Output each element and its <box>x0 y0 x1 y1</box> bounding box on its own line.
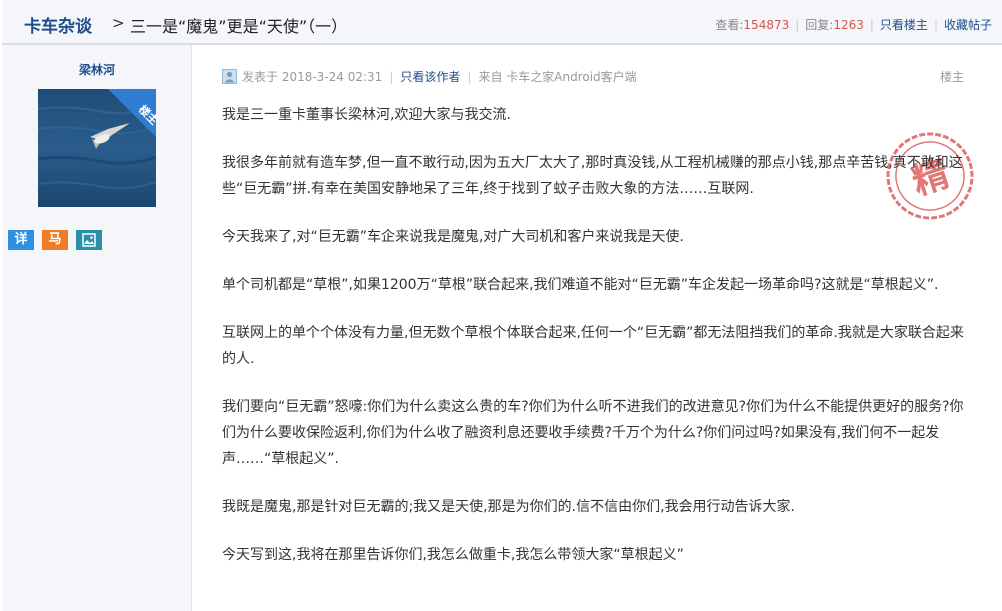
image-icon <box>82 233 96 247</box>
user-icon <box>222 69 237 84</box>
divider: | <box>389 69 394 84</box>
post-paragraph: 我很多年前就有造车梦,但一直不敢行动,因为五大厂太大了,那时真没钱,从工程机械赚… <box>222 155 963 197</box>
post-paragraph: 我既是魔鬼,那是针对巨无霸的;我又是天使,那是为你们的.信不信由你们,我会用行动… <box>222 499 795 515</box>
horse-button[interactable]: 马 <box>42 230 68 250</box>
favorite-link[interactable]: 收藏帖子 <box>944 16 992 33</box>
thread-stats: 查看: 154873 | 回复: 1263 | 只看楼主 | 收藏帖子 <box>715 16 992 33</box>
profile-button[interactable]: 详 <box>8 230 34 250</box>
post-paragraph: 今天写到这,我将在那里告诉你们,我怎么做重卡,我怎么带领大家“草根起义” <box>222 547 684 563</box>
only-op-link[interactable]: 只看楼主 <box>880 16 928 33</box>
thread-header: 卡车杂谈 > 三一是“魔鬼”更是“天使”（一） 查看: 154873 | 回复:… <box>2 0 1002 45</box>
floor-label: 楼主 <box>939 70 964 84</box>
only-author-link[interactable]: 只看该作者 <box>400 68 460 85</box>
board-link[interactable]: 卡车杂谈 <box>24 12 92 37</box>
breadcrumb-separator: > <box>112 14 125 32</box>
divider: | <box>795 17 800 32</box>
post-paragraph: 我们要向“巨无霸”怒嚎:你们为什么卖这么贵的车?你们为什么听不进我们的改进意见?… <box>222 399 964 467</box>
views-count: 154873 <box>743 17 790 32</box>
replies-label: 回复: <box>805 18 834 32</box>
post-paragraph: 我是三一重卡董事长梁林河,欢迎大家与我交流. <box>222 107 511 123</box>
author-avatar[interactable]: 楼主 <box>38 89 156 207</box>
post-meta: 发表于 2018-3-24 02:31 | 只看该作者 | 来自 卡车之家And… <box>222 68 637 85</box>
avatar-bird-photo: 楼主 <box>38 89 156 207</box>
author-name[interactable]: 梁林河 <box>2 61 192 78</box>
replies-count: 1263 <box>833 17 864 32</box>
thread-title: 三一是“魔鬼”更是“天使”（一） <box>130 17 348 36</box>
post-source: 来自 卡车之家Android客户端 <box>478 70 637 84</box>
post-paragraph: 单个司机都是“草根”,如果1200万“草根”联合起来,我们难道不能对“巨无霸”车… <box>222 277 939 293</box>
post-paragraph: 今天我来了,对“巨无霸”车企来说我是魔鬼,对广大司机和客户来说我是天使. <box>222 229 684 245</box>
album-button[interactable] <box>76 230 102 250</box>
post-paragraph: 互联网上的单个个体没有力量,但无数个草根个体联合起来,任何一个“巨无霸”都无法阻… <box>222 325 964 367</box>
divider: | <box>467 69 472 84</box>
views-label: 查看: <box>715 18 744 32</box>
divider: | <box>869 17 874 32</box>
user-action-buttons: 详 马 <box>8 230 102 250</box>
author-sidebar: 梁林河 楼主 详 马 <box>2 45 192 611</box>
divider: | <box>933 17 938 32</box>
post-content: 我是三一重卡董事长梁林河,欢迎大家与我交流. 我很多年前就有造车梦,但一直不敢行… <box>222 102 974 590</box>
post-date: 发表于 2018-3-24 02:31 <box>242 70 383 84</box>
